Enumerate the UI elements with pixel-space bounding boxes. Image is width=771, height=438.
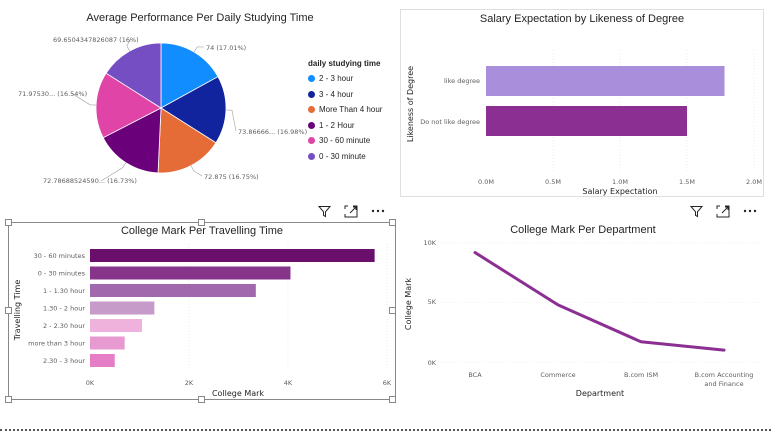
salary-y-axis-label: Likeness of Degree bbox=[406, 66, 415, 142]
resize-handle[interactable] bbox=[5, 219, 12, 226]
legend-item[interactable]: 0 - 30 minute bbox=[308, 149, 382, 165]
dept-series-line[interactable] bbox=[473, 251, 726, 352]
resize-handle[interactable] bbox=[5, 396, 12, 403]
dept-x-axis-label: Department bbox=[576, 389, 624, 398]
dept-tick-label: 0K bbox=[428, 359, 437, 367]
salary-category-label: Do not like degree bbox=[420, 118, 480, 126]
more-options-icon[interactable] bbox=[743, 204, 757, 218]
page-bottom-divider bbox=[0, 429, 771, 431]
pie-label-6: 69.6504347826087 (16%) bbox=[53, 36, 139, 44]
legend-title: daily studying time bbox=[308, 59, 381, 68]
dept-category-label: B.com ISM bbox=[624, 371, 658, 379]
legend-item[interactable]: 1 - 2 Hour bbox=[308, 118, 382, 134]
legend-dot bbox=[308, 152, 315, 160]
salary-tick-label: 1.0M bbox=[612, 178, 628, 186]
dept-tick-label: 5K bbox=[428, 298, 437, 306]
legend-label: 1 - 2 Hour bbox=[319, 120, 355, 130]
dept-visual-toolbar bbox=[689, 204, 757, 218]
legend-dot bbox=[308, 90, 315, 98]
pie-label-4: 72.78688524590... (16.73%) bbox=[43, 177, 137, 185]
legend-item[interactable]: 30 - 60 minute bbox=[308, 133, 382, 149]
salary-chart-svg: like degree Do not like degree 0.0M 0.5M… bbox=[406, 50, 762, 196]
dept-visual[interactable]: College Mark Per Department 10K 5K 0K BC… bbox=[400, 222, 766, 402]
salary-tick-label: 0.5M bbox=[545, 178, 561, 186]
pie-visual[interactable]: Average Performance Per Daily Studying T… bbox=[5, 5, 395, 200]
pie-leader-line bbox=[193, 46, 205, 53]
resize-handle[interactable] bbox=[198, 219, 205, 226]
legend-item[interactable]: 3 - 4 hour bbox=[308, 87, 382, 103]
pie-leader-line bbox=[190, 165, 203, 177]
filter-icon[interactable] bbox=[689, 204, 703, 218]
legend-dot bbox=[308, 75, 315, 83]
resize-handle[interactable] bbox=[389, 307, 396, 314]
legend-dot bbox=[308, 106, 315, 114]
legend-label: 2 - 3 hour bbox=[319, 74, 354, 84]
resize-handle[interactable] bbox=[389, 396, 396, 403]
legend-dot bbox=[308, 137, 315, 145]
salary-tick-label: 2.0M bbox=[746, 178, 762, 186]
more-options-icon[interactable] bbox=[371, 204, 385, 218]
pie-label-3: 72.875 (16.75%) bbox=[204, 173, 259, 181]
resize-handle[interactable] bbox=[389, 219, 396, 226]
salary-bar[interactable] bbox=[486, 66, 725, 96]
pie-label-2: 73.86666... (16.98%) bbox=[238, 128, 307, 136]
legend-label: More Than 4 hour bbox=[319, 105, 383, 115]
legend-label: 3 - 4 hour bbox=[319, 89, 354, 99]
salary-bar[interactable] bbox=[486, 106, 687, 136]
legend-item[interactable]: More Than 4 hour bbox=[308, 102, 382, 118]
dept-y-axis-label: College Mark bbox=[404, 278, 413, 330]
salary-visual[interactable]: Salary Expectation by Likeness of Degree… bbox=[400, 9, 764, 197]
salary-x-axis-label: Salary Expectation bbox=[582, 187, 657, 196]
focus-mode-icon[interactable] bbox=[716, 204, 730, 218]
travel-visual-toolbar bbox=[317, 204, 385, 218]
filter-icon[interactable] bbox=[317, 204, 331, 218]
legend-dot bbox=[308, 121, 315, 129]
resize-handle[interactable] bbox=[198, 396, 205, 403]
pie-leader-line bbox=[225, 109, 237, 132]
focus-mode-icon[interactable] bbox=[344, 204, 358, 218]
salary-category-label: like degree bbox=[444, 77, 480, 85]
dept-category-label: B.com Accounting bbox=[695, 371, 754, 379]
legend-label: 30 - 60 minute bbox=[319, 136, 371, 146]
dept-category-label: BCA bbox=[468, 371, 482, 379]
pie-label-1: 74 (17.01%) bbox=[206, 44, 246, 52]
pie-legend: daily studying time 2 - 3 hour 3 - 4 hou… bbox=[308, 59, 382, 164]
legend-label: 0 - 30 minute bbox=[319, 151, 366, 161]
legend-item[interactable]: 2 - 3 hour bbox=[308, 71, 382, 87]
salary-tick-label: 0.0M bbox=[478, 178, 494, 186]
selection-frame bbox=[8, 222, 396, 400]
salary-tick-label: 1.5M bbox=[679, 178, 695, 186]
pie-label-5: 71.97530... (16.54%) bbox=[18, 90, 87, 98]
resize-handle[interactable] bbox=[5, 307, 12, 314]
dept-tick-label: 10K bbox=[423, 239, 436, 247]
dept-category-label: Commerce bbox=[540, 371, 575, 379]
dept-category-label: and Finance bbox=[704, 380, 743, 388]
dept-chart-svg: 10K 5K 0K BCA Commerce B.com ISM B.com A… bbox=[404, 239, 762, 398]
